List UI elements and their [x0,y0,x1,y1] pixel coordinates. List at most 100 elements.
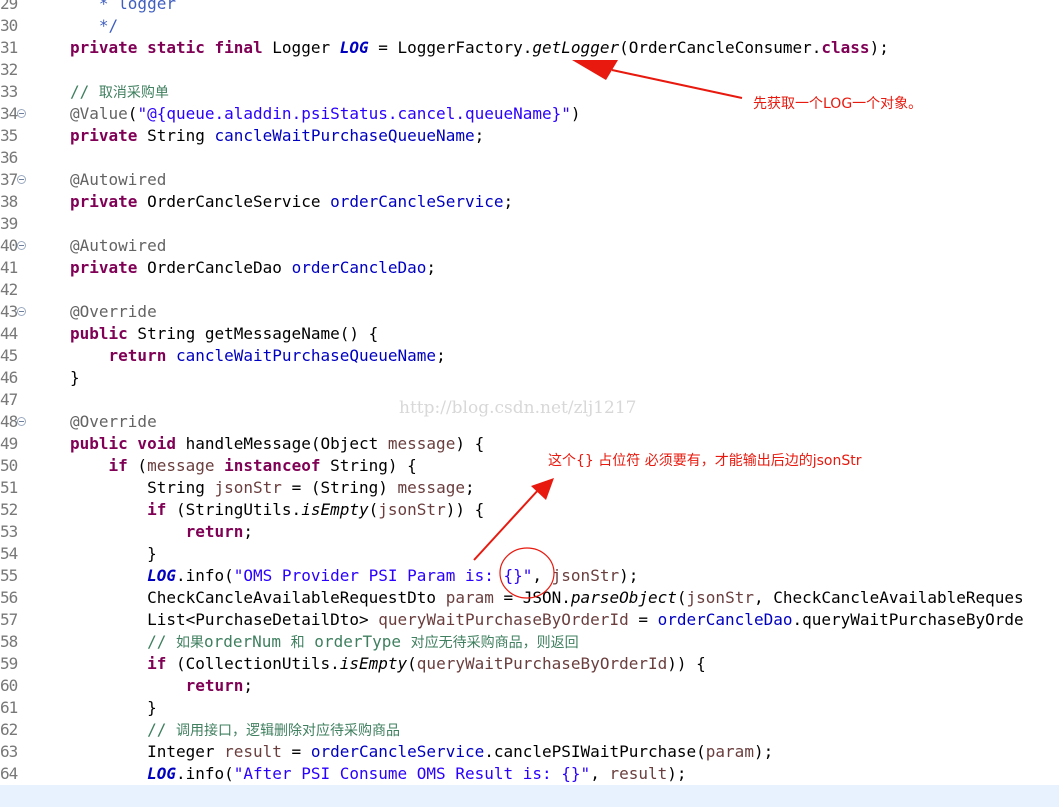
code-token: return [185,676,244,695]
code-line[interactable]: 38 private OrderCancleService orderCancle… [0,191,1059,213]
code-text: } [70,543,157,565]
code-line[interactable]: 54 } [0,543,1059,565]
code-token: 调用接口，逻辑删除对应待采购商品 [175,723,400,739]
code-line[interactable]: 44 public String getMessageName() { [0,323,1059,345]
code-line[interactable]: 57 List<PurchaseDetailDto> queryWaitPurc… [0,609,1059,631]
line-number: 35 [0,126,18,145]
code-line[interactable]: 62 // 调用接口，逻辑删除对应待采购商品 [0,719,1059,741]
code-line[interactable]: 29 * logger [0,0,1059,15]
code-text: Integer result = orderCancleService.canc… [70,741,773,763]
code-token: 取消采购单 [98,85,169,101]
code-line[interactable]: 50 if (message instanceof String) { [0,455,1059,477]
code-line[interactable]: 32 [0,59,1059,81]
code-line[interactable]: 42 [0,279,1059,301]
code-line[interactable]: 63 Integer result = orderCancleService.c… [0,741,1059,763]
code-token: } [70,698,157,717]
code-editor[interactable]: 29 * logger 30 */31 private static final L… [0,0,1059,807]
fold-toggle-icon[interactable] [17,109,26,118]
code-line[interactable]: 37 @Autowired [0,169,1059,191]
code-line[interactable]: 39 [0,213,1059,235]
code-token: "@{queue.aladdin.psiStatus.cancel.queueN… [137,104,571,123]
code-token: String [137,126,215,145]
code-text: } [70,697,157,719]
code-line[interactable]: 61 } [0,697,1059,719]
code-area[interactable]: 29 * logger 30 */31 private static final L… [0,0,1059,792]
code-token: @Override [70,412,157,431]
code-token: ; [243,522,254,541]
code-line[interactable]: 56 CheckCancleAvailableRequestDto param … [0,587,1059,609]
code-token: 如果 [175,635,204,651]
watermark: http://blog.csdn.net/zlj1217 [399,398,637,418]
code-token: getLogger [532,38,620,57]
code-token: = [281,742,311,761]
code-token: private [70,192,138,211]
code-text: @Override [70,411,157,433]
code-token: (OrderCancleConsumer. [619,38,822,57]
fold-toggle-icon[interactable] [17,241,26,250]
code-text: private String cancleWaitPurchaseQueueNa… [70,125,484,147]
code-token: message [397,478,465,497]
code-token: ; [436,346,446,365]
code-line[interactable]: 55 LOG.info("OMS Provider PSI Param is: … [0,565,1059,587]
code-token: "After PSI Consume OMS Result is: {}" [233,764,591,783]
fold-toggle-icon[interactable] [17,417,26,426]
code-line[interactable]: 35 private String cancleWaitPurchaseQueue… [0,125,1059,147]
code-text: */ [70,15,118,37]
code-line[interactable]: 59 if (CollectionUtils.isEmpty(queryWait… [0,653,1059,675]
line-number: 52 [0,500,18,519]
code-token: private [70,258,138,277]
code-token: orderType [304,632,411,651]
code-line[interactable]: 60 return; [0,675,1059,697]
code-token: ) [570,104,581,123]
code-token: class [821,38,870,57]
code-line[interactable]: 53 return; [0,521,1059,543]
code-line[interactable]: 46} [0,367,1059,389]
line-number: 61 [0,698,18,717]
code-token: param [445,588,494,607]
code-text: @Autowired [70,235,166,257]
code-line[interactable]: 41 private OrderCancleDao orderCancleDao; [0,257,1059,279]
code-token: // [70,632,176,651]
fold-toggle-icon[interactable] [17,175,26,184]
code-text: // 如果orderNum 和 orderType 对应无待采购商品，则返回 [70,631,579,654]
code-line[interactable]: 40 @Autowired [0,235,1059,257]
code-token: jsonStr [214,478,282,497]
code-token: .info( [175,764,234,783]
code-token: @Override [70,302,157,321]
code-text: private OrderCancleDao orderCancleDao; [70,257,436,279]
code-line[interactable]: 51 String jsonStr = (String) message; [0,477,1059,499]
code-line[interactable]: 52 if (StringUtils.isEmpty(jsonStr)) { [0,499,1059,521]
code-token: (StringUtils. [166,500,302,519]
code-token: return [108,346,167,365]
code-line[interactable]: 49 public void handleMessage(Object messa… [0,433,1059,455]
code-token: isEmpty [339,654,408,673]
line-number: 59 [0,654,18,673]
code-token: ( [407,654,417,673]
code-line[interactable]: 43 @Override [0,301,1059,323]
code-token: OrderCancleService [137,192,331,211]
code-token: message [147,456,215,475]
code-text: if (CollectionUtils.isEmpty(queryWaitPur… [70,653,706,675]
code-line[interactable]: 30 */ [0,15,1059,37]
code-line[interactable]: 31 private static final Logger LOG = Logg… [0,37,1059,59]
code-line[interactable]: 64 LOG.info("After PSI Consume OMS Resul… [0,763,1059,785]
code-token: List<PurchaseDetailDto> [70,610,379,629]
code-line[interactable]: 36 [0,147,1059,169]
code-token: String [70,478,215,497]
code-line[interactable]: 58 // 如果orderNum 和 orderType 对应无待采购商品，则返… [0,631,1059,653]
fold-toggle-icon[interactable] [17,307,26,316]
code-text: } [70,367,80,389]
code-token: ); [619,566,639,585]
code-text: LOG.info("After PSI Consume OMS Result i… [70,763,686,785]
code-token: String getMessageName() { [127,324,379,343]
code-text: String jsonStr = (String) message; [70,477,475,499]
code-line[interactable]: 45 return cancleWaitPurchaseQueueName; [0,345,1059,367]
code-token: ; [503,192,514,211]
code-token: "OMS Provider PSI Param is: {}" [233,566,533,585]
